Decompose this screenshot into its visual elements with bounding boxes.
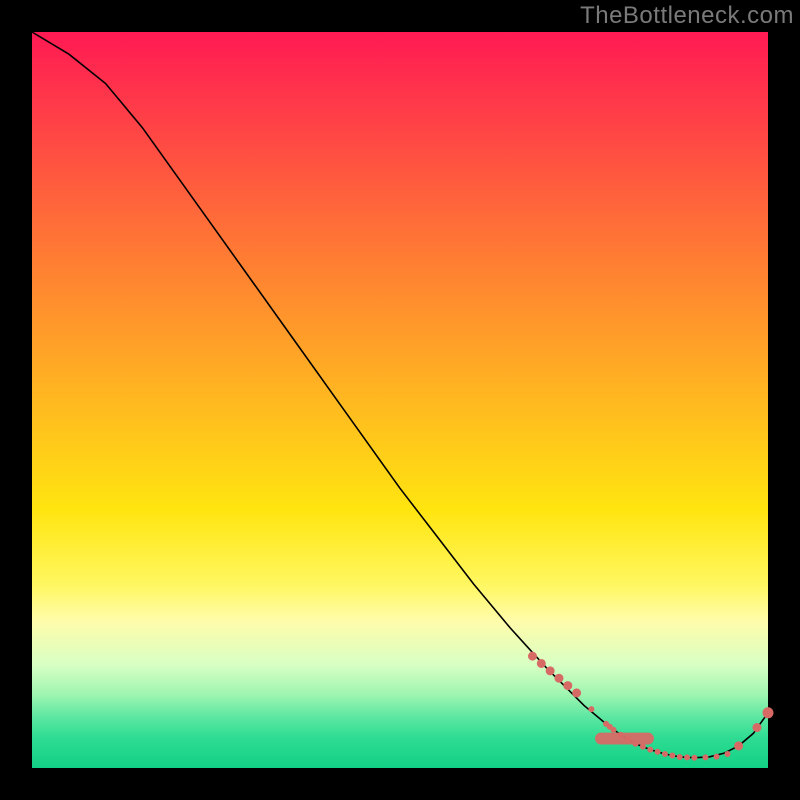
marker-point: [589, 707, 594, 712]
marker-point: [555, 674, 563, 682]
marker-point: [714, 754, 719, 759]
marker-point: [546, 667, 554, 675]
plot-area: [32, 32, 768, 768]
marker-point: [662, 752, 667, 757]
marker-point: [670, 753, 675, 758]
marker-point: [648, 747, 653, 752]
marker-point: [725, 752, 730, 757]
marker-point: [763, 708, 773, 718]
watermark-text: TheBottleneck.com: [580, 2, 794, 30]
marker-point: [655, 749, 660, 754]
marker-point: [611, 727, 616, 732]
marker-point: [692, 755, 697, 760]
marker-point: [735, 742, 743, 750]
marker-point: [537, 659, 545, 667]
marker-point: [685, 755, 690, 760]
series-label-marker: [595, 733, 654, 745]
marker-point: [564, 682, 572, 690]
chart-svg: [32, 32, 768, 768]
marker-point: [677, 754, 682, 759]
bottleneck-curve: [32, 32, 768, 758]
marker-point: [573, 689, 581, 697]
marker-point: [703, 755, 708, 760]
marker-point: [640, 744, 645, 749]
marker-point: [753, 724, 761, 732]
marker-point: [528, 652, 536, 660]
optimal-range-markers: [528, 652, 773, 760]
